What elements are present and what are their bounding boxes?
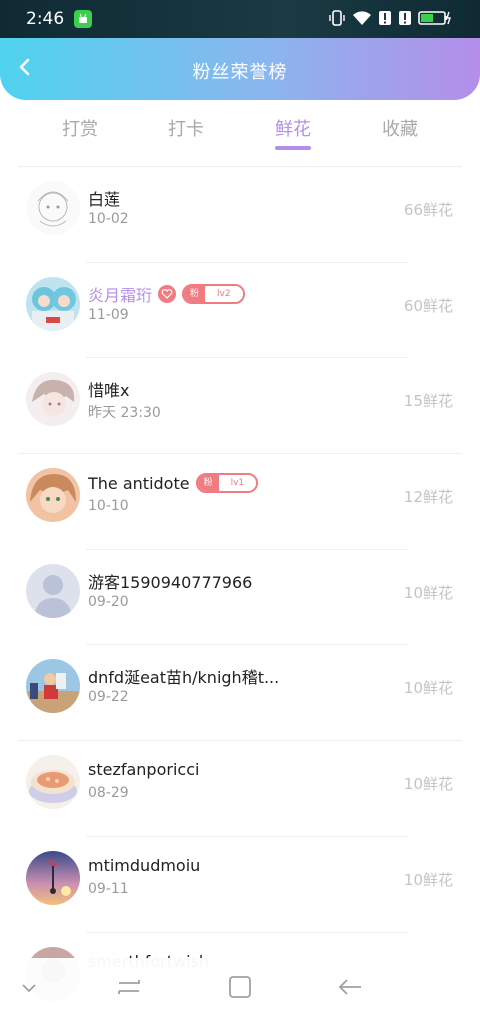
- fan-badge-text: 粉: [198, 475, 219, 491]
- vibrate-icon: [328, 9, 346, 31]
- android-notification-icon: [74, 10, 92, 28]
- avatar[interactable]: [26, 755, 80, 809]
- fan-name-text: stezfanporicci: [88, 760, 199, 779]
- fan-name: 炎月霜珩 粉 lv2: [88, 282, 245, 306]
- fan-name: 惜唯x: [88, 377, 129, 401]
- fan-level-badge: 粉 lv2: [182, 284, 245, 304]
- list-item[interactable]: 惜唯x 昨天 23:30 15鲜花: [0, 358, 480, 454]
- avatar[interactable]: [26, 468, 80, 522]
- flower-count: 12鲜花: [404, 486, 453, 507]
- fan-date: 08-29: [88, 785, 129, 801]
- signal-alert-icon: [398, 9, 412, 31]
- status-bar: 2:46: [0, 0, 480, 38]
- recent-apps-icon[interactable]: [114, 972, 144, 1002]
- fan-badge-level: lv2: [205, 286, 243, 302]
- tab-favorites[interactable]: 收藏: [360, 115, 440, 141]
- fan-date: 10-02: [88, 211, 129, 227]
- list-item[interactable]: 白莲 10-02 66鲜花: [0, 167, 480, 263]
- flower-count: 66鲜花: [404, 199, 453, 220]
- heart-icon: [158, 285, 176, 303]
- back-icon[interactable]: [335, 972, 365, 1002]
- status-time: 2:46: [26, 9, 64, 29]
- wifi-icon: [352, 9, 372, 31]
- fan-ranking-list: 白莲 10-02 66鲜花 炎月霜珩 粉 lv2 11-09 60鲜花 惜唯x …: [0, 167, 480, 1028]
- collapse-icon[interactable]: [14, 972, 44, 1002]
- list-item[interactable]: The antidote 粉 lv1 10-10 12鲜花: [0, 454, 480, 550]
- flower-count: 10鲜花: [404, 677, 453, 698]
- fan-date: 09-11: [88, 881, 129, 897]
- flower-count: 10鲜花: [404, 869, 453, 890]
- tab-bar: 打赏 打卡 鲜花 收藏: [0, 100, 480, 160]
- fan-badge-level: lv1: [219, 475, 257, 491]
- fan-name-text: 游客1590940777966: [88, 569, 252, 593]
- fan-name-text: dnfd涎eat苗h/knigh稽t...: [88, 664, 279, 688]
- avatar[interactable]: [26, 372, 80, 426]
- tab-checkin[interactable]: 打卡: [146, 115, 226, 141]
- avatar[interactable]: [26, 564, 80, 618]
- fan-name: dnfd涎eat苗h/knigh稽t...: [88, 664, 279, 688]
- fan-date: 09-20: [88, 594, 129, 610]
- tab-reward[interactable]: 打赏: [40, 115, 120, 141]
- fan-name: 游客1590940777966: [88, 569, 252, 593]
- fan-name-text: 惜唯x: [88, 377, 129, 401]
- flower-count: 15鲜花: [404, 390, 453, 411]
- fan-name: The antidote 粉 lv1: [88, 473, 258, 493]
- avatar[interactable]: [26, 181, 80, 235]
- flower-count: 10鲜花: [404, 582, 453, 603]
- avatar[interactable]: [26, 277, 80, 331]
- fan-name-text: mtimdudmoiu: [88, 856, 200, 875]
- home-icon[interactable]: [225, 972, 255, 1002]
- list-item[interactable]: dnfd涎eat苗h/knigh稽t... 09-22 10鲜花: [0, 645, 480, 741]
- fan-name-text: The antidote: [88, 474, 190, 493]
- fan-level-badge: 粉 lv1: [196, 473, 259, 493]
- fan-date: 10-10: [88, 498, 129, 514]
- fan-name: mtimdudmoiu: [88, 856, 200, 875]
- system-navigation-bar: [0, 958, 480, 1014]
- fan-name-text: 炎月霜珩: [88, 282, 152, 306]
- page-title: 粉丝荣誉榜: [0, 58, 480, 84]
- avatar[interactable]: [26, 851, 80, 905]
- fan-date: 昨天 23:30: [88, 402, 161, 422]
- fan-name: 白莲: [88, 186, 120, 210]
- flower-count: 10鲜花: [404, 773, 453, 794]
- fan-name-text: 白莲: [88, 186, 120, 210]
- list-item[interactable]: 游客1590940777966 09-20 10鲜花: [0, 550, 480, 646]
- active-tab-indicator: [275, 146, 311, 150]
- fan-date: 11-09: [88, 307, 129, 323]
- signal-alert-icon: [378, 9, 392, 31]
- list-item[interactable]: mtimdudmoiu 09-11 10鲜花: [0, 837, 480, 933]
- fan-badge-text: 粉: [184, 286, 205, 302]
- list-item[interactable]: stezfanporicci 08-29 10鲜花: [0, 741, 480, 837]
- list-item[interactable]: 炎月霜珩 粉 lv2 11-09 60鲜花: [0, 263, 480, 359]
- fan-date: 09-22: [88, 689, 129, 705]
- battery-charging-icon: [418, 9, 452, 31]
- flower-count: 60鲜花: [404, 295, 453, 316]
- avatar[interactable]: [26, 659, 80, 713]
- tab-flowers[interactable]: 鲜花: [253, 115, 333, 141]
- header: 粉丝荣誉榜: [0, 38, 480, 100]
- fan-name: stezfanporicci: [88, 760, 199, 779]
